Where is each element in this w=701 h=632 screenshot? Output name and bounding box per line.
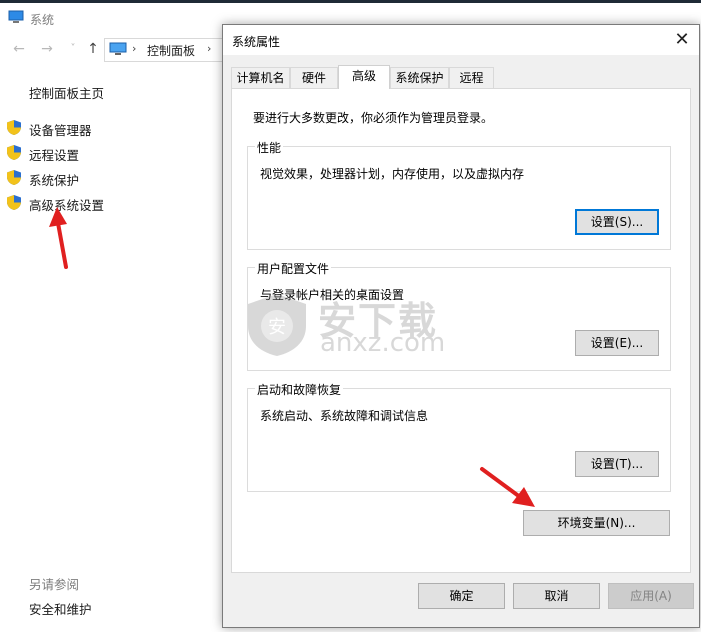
performance-description: 视觉效果，处理器计划，内存使用，以及虚拟内存 — [260, 167, 525, 181]
system-properties-dialog: 系统属性 ✕ 计算机名 硬件 高级 系统保护 远程 要进行大多数更改，你必须作为… — [222, 24, 700, 628]
startup-recovery-group-title: 启动和故障恢复 — [255, 381, 344, 398]
control-panel-home-link[interactable]: 控制面板主页 — [29, 83, 104, 102]
system-app-icon — [8, 10, 24, 23]
breadcrumb-separator-icon: › — [207, 42, 212, 55]
system-window-title: 系统 — [30, 13, 55, 27]
left-navigation-pane: 控制面板主页 设备管理器 远程设置 系统保护 高级系统设置 — [0, 72, 220, 632]
startup-recovery-group: 启动和故障恢复 系统启动、系统故障和调试信息 设置(T)... — [247, 381, 671, 492]
up-arrow-icon[interactable]: ↑ — [84, 40, 102, 58]
nav-item-label: 系统保护 — [29, 173, 80, 188]
user-profiles-group: 用户配置文件 与登录帐户相关的桌面设置 设置(E)... — [247, 260, 671, 371]
tab-strip: 计算机名 硬件 高级 系统保护 远程 — [231, 65, 691, 89]
shield-icon — [7, 195, 21, 210]
shield-icon — [7, 145, 21, 160]
user-profiles-description: 与登录帐户相关的桌面设置 — [260, 288, 405, 302]
address-bar[interactable]: › 控制面板 › — [104, 38, 224, 62]
startup-recovery-description: 系统启动、系统故障和调试信息 — [260, 409, 429, 423]
computer-icon — [109, 42, 127, 55]
tab-advanced[interactable]: 高级 — [338, 65, 390, 89]
apply-button[interactable]: 应用(A) — [608, 583, 694, 609]
admin-note: 要进行大多数更改，你必须作为管理员登录。 — [253, 111, 494, 125]
ok-button[interactable]: 确定 — [418, 583, 505, 609]
user-profiles-settings-button[interactable]: 设置(E)... — [575, 330, 659, 356]
back-arrow-icon[interactable]: ← — [10, 40, 28, 58]
forward-arrow-icon[interactable]: → — [38, 40, 56, 58]
security-maintenance-link[interactable]: 安全和维护 — [29, 599, 92, 618]
breadcrumb-control-panel[interactable]: 控制面板 — [147, 42, 195, 59]
tab-computer-name[interactable]: 计算机名 — [231, 67, 290, 88]
startup-recovery-settings-button[interactable]: 设置(T)... — [575, 451, 659, 477]
advanced-tab-panel: 要进行大多数更改，你必须作为管理员登录。 性能 视觉效果，处理器计划，内存使用，… — [231, 88, 691, 573]
nav-item-label: 设备管理器 — [29, 123, 92, 138]
shield-icon — [7, 120, 21, 135]
tab-remote[interactable]: 远程 — [449, 67, 494, 88]
performance-group: 性能 视觉效果，处理器计划，内存使用，以及虚拟内存 设置(S)... — [247, 139, 671, 250]
recent-chevron-icon[interactable]: ˅ — [64, 40, 82, 58]
shield-icon — [7, 170, 21, 185]
user-profiles-group-title: 用户配置文件 — [255, 260, 332, 277]
environment-variables-button[interactable]: 环境变量(N)... — [523, 510, 670, 536]
tab-hardware[interactable]: 硬件 — [290, 67, 338, 88]
nav-item-label: 远程设置 — [29, 148, 80, 163]
breadcrumb-separator-icon: › — [132, 42, 137, 55]
dialog-titlebar: 系统属性 ✕ — [223, 25, 699, 55]
close-icon[interactable]: ✕ — [665, 25, 699, 55]
performance-group-title: 性能 — [255, 139, 284, 156]
dialog-title: 系统属性 — [232, 35, 281, 49]
performance-settings-button[interactable]: 设置(S)... — [575, 209, 659, 235]
nav-item-label: 高级系统设置 — [29, 198, 105, 213]
see-also-heading: 另请参阅 — [29, 577, 80, 592]
cancel-button[interactable]: 取消 — [513, 583, 600, 609]
tab-system-protection[interactable]: 系统保护 — [390, 67, 449, 88]
